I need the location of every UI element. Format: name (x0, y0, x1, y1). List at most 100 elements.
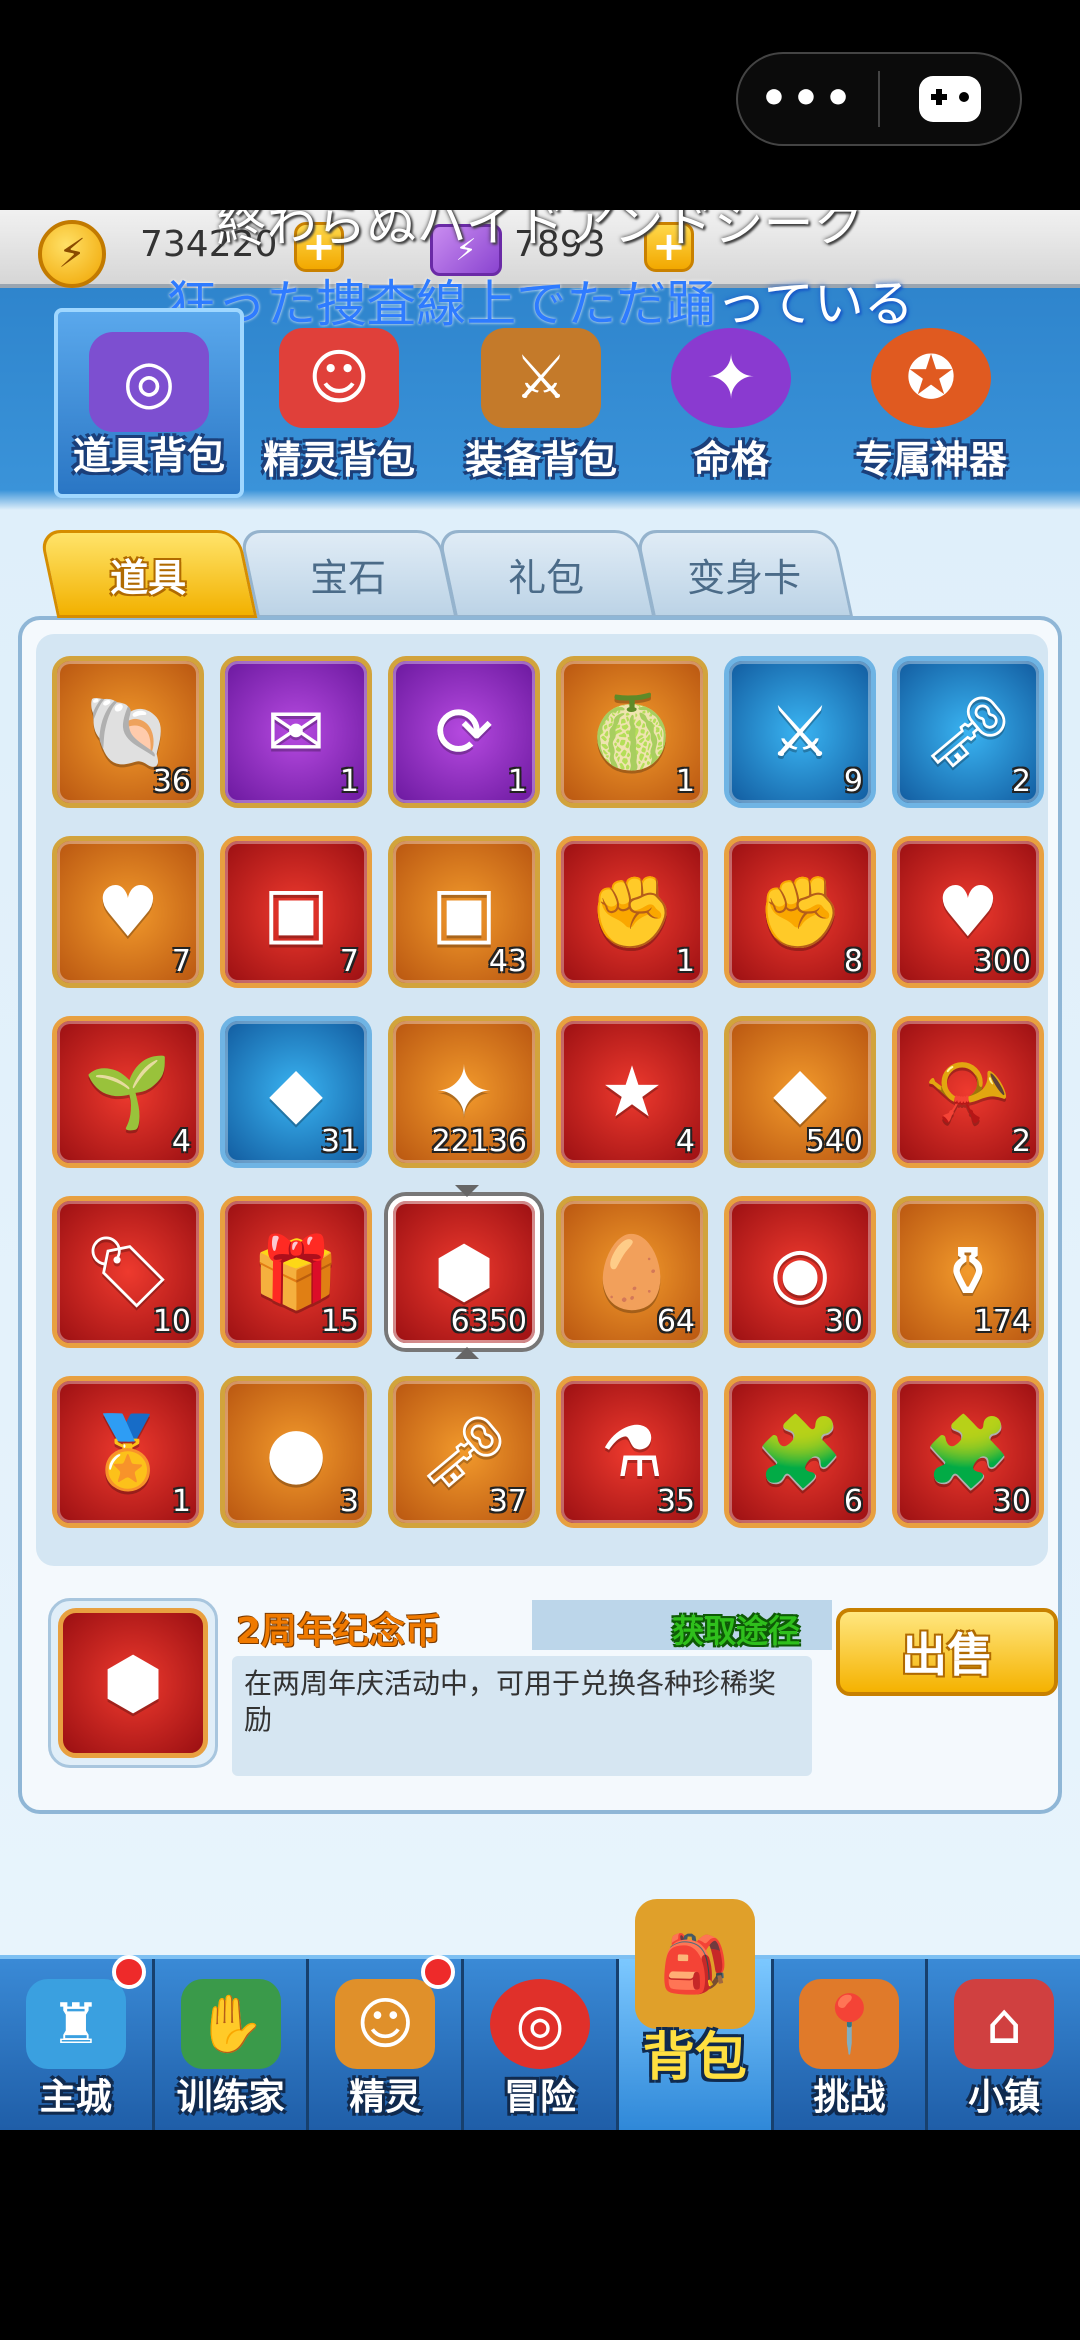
sell-button[interactable]: 出售 (836, 1608, 1058, 1696)
inventory-item[interactable]: 🗝 37 (388, 1376, 540, 1528)
item-count: 2 (1011, 764, 1031, 799)
item-count: 540 (805, 1124, 863, 1159)
inventory-item[interactable]: ◆ 31 (220, 1016, 372, 1168)
item-count: 10 (152, 1304, 191, 1339)
item-count: 2 (1011, 1124, 1031, 1159)
item-count: 64 (656, 1304, 695, 1339)
inventory-item[interactable]: 🎁 15 (220, 1196, 372, 1348)
nav-item-trainer[interactable]: ✋ 训练家 (155, 1959, 310, 2130)
spirit-icon: ☺ (335, 1979, 436, 2069)
tab-label: 变身卡 (686, 555, 801, 600)
more-button[interactable]: ••• (738, 54, 878, 144)
item-count: 22136 (431, 1124, 527, 1159)
tab-label: 礼包 (507, 555, 584, 600)
inventory-item[interactable]: 🥚 64 (556, 1196, 708, 1348)
anniversary-coin-icon: ⬢ (58, 1608, 208, 1758)
category-spirit-bag[interactable]: ☺ 精灵背包 (244, 308, 434, 498)
item-grid-area: 🐚 36 ✉ 1 ⟳ 1 🍈 1 ⚔ 9 🗝 2 ♥ 7 ▣ 7 ▣ 43 ✊ 1 ✊ 8 ♥ 300 🌱 4 ◆ 31 ✦ 22136 ★… (36, 634, 1048, 1566)
item-count: 37 (488, 1484, 527, 1519)
anniversary-coin-icon: ⬢ (433, 1231, 495, 1313)
nav-item-main-city[interactable]: ♜ 主城 (0, 1955, 155, 2130)
category-bar: ◎ 道具背包 ☺ 精灵背包 ⚔ 装备背包 ✦ 命格 ✪ 专属神器 (0, 308, 1080, 508)
get-path-link[interactable]: 获取途径 (672, 1606, 800, 1652)
game-center-button[interactable] (880, 54, 1020, 144)
item-count: 7 (171, 944, 191, 979)
star-coin-icon: ★ (600, 1051, 664, 1133)
inventory-item[interactable]: ✊ 1 (556, 836, 708, 988)
inventory-item[interactable]: ⚔ 9 (724, 656, 876, 808)
inventory-item[interactable]: 🏅 1 (52, 1376, 204, 1528)
nav-item-backpack[interactable]: 🎒 背包 (618, 1899, 774, 2130)
inventory-item[interactable]: ⚗ 35 (556, 1376, 708, 1528)
inventory-item[interactable]: ✊ 8 (724, 836, 876, 988)
nav-item-town[interactable]: ⌂ 小镇 (928, 1959, 1080, 2130)
inventory-item[interactable]: ★ 4 (556, 1016, 708, 1168)
inventory-item[interactable]: ▣ 7 (220, 836, 372, 988)
target-icon: ◎ (490, 1979, 591, 2069)
inventory-item[interactable]: ▣ 43 (388, 836, 540, 988)
nav-item-spirit[interactable]: ☺ 精灵 (309, 1955, 465, 2130)
category-equipment-bag[interactable]: ⚔ 装备背包 (446, 308, 636, 498)
item-count: 6 (843, 1484, 863, 1519)
item-count: 8 (843, 944, 863, 979)
inventory-item[interactable]: 📯 2 (892, 1016, 1044, 1168)
bronze-key-icon: 🗝 (923, 691, 1013, 773)
map-pin-icon: 📍 (799, 1979, 900, 2069)
blue-card-icon: ▣ (430, 871, 498, 953)
inventory-item[interactable]: 🏷 10 (52, 1196, 204, 1348)
inventory-item[interactable]: ♥ 300 (892, 836, 1044, 988)
category-fate[interactable]: ✦ 命格 (636, 308, 826, 498)
inventory-item[interactable]: 🌱 4 (52, 1016, 204, 1168)
category-artifact[interactable]: ✪ 专属神器 (836, 308, 1026, 498)
golden-egg-icon: 🥚 (588, 1231, 676, 1313)
tab-transform-cards[interactable]: 变身卡 (634, 530, 854, 618)
item-count: 4 (171, 1124, 191, 1159)
inventory-item[interactable]: ◉ 30 (724, 1196, 876, 1348)
nav-item-challenge[interactable]: 📍 挑战 (774, 1959, 929, 2130)
inventory-item[interactable]: 🍈 1 (556, 656, 708, 808)
item-count: 1 (507, 764, 527, 799)
nav-label: 精灵 (349, 2077, 422, 2118)
category-label: 命格 (692, 438, 769, 482)
golden-fruit-icon: 🍈 (588, 691, 676, 773)
category-label: 装备背包 (464, 438, 617, 482)
category-label: 精灵背包 (262, 438, 415, 482)
category-label: 道具背包 (72, 434, 225, 478)
blue-diamond-icon: ◆ (773, 1051, 827, 1133)
tab-gems[interactable]: 宝石 (238, 530, 458, 618)
tab-gift-packs[interactable]: 礼包 (436, 530, 656, 618)
miniprogram-capsule: ••• (736, 52, 1022, 146)
inventory-item[interactable]: 🐚 36 (52, 656, 204, 808)
item-count: 6350 (450, 1304, 527, 1339)
inventory-item[interactable]: ✉ 1 (220, 656, 372, 808)
selection-marker-top (455, 1185, 479, 1197)
fate-orb-icon: ✦ (671, 328, 791, 428)
item-count: 300 (973, 944, 1031, 979)
item-grid: 🐚 36 ✉ 1 ⟳ 1 🍈 1 ⚔ 9 🗝 2 ♥ 7 ▣ 7 ▣ 43 ✊ 1 ✊ 8 ♥ 300 🌱 4 ◆ 31 ✦ 22136 ★… (52, 656, 1044, 1528)
inventory-item[interactable]: 🧩 6 (724, 1376, 876, 1528)
inventory-item[interactable]: ⬢ 6350 (388, 1185, 540, 1359)
nav-item-adventure[interactable]: ◎ 冒险 (464, 1959, 619, 2130)
item-count: 31 (320, 1124, 359, 1159)
inventory-item[interactable]: ● 3 (220, 1376, 372, 1528)
refresh-ticket-icon: ⟳ (434, 691, 494, 773)
inventory-item[interactable]: ◆ 540 (724, 1016, 876, 1168)
inventory-item[interactable]: 🗝 2 (892, 656, 1044, 808)
category-item-bag[interactable]: ◎ 道具背包 (54, 308, 244, 498)
more-dots-icon: ••• (759, 73, 857, 124)
selection-marker-bottom (455, 1347, 479, 1359)
town-icon: ⌂ (954, 1979, 1055, 2069)
potion-jar-icon: ⚱ (938, 1231, 998, 1313)
item-count: 3 (339, 1484, 359, 1519)
item-count: 1 (675, 764, 695, 799)
castle-icon: ♜ (25, 1979, 126, 2069)
gold-puzzle-icon: 🧩 (756, 1411, 844, 1493)
tab-items[interactable]: 道具 (38, 530, 258, 618)
inventory-item[interactable]: ♥ 7 (52, 836, 204, 988)
inventory-item[interactable]: ⚱ 174 (892, 1196, 1044, 1348)
inventory-panel: 🐚 36 ✉ 1 ⟳ 1 🍈 1 ⚔ 9 🗝 2 ♥ 7 ▣ 7 ▣ 43 ✊ 1 ✊ 8 ♥ 300 🌱 4 ◆ 31 ✦ 22136 ★… (18, 616, 1062, 1814)
inventory-item[interactable]: ⟳ 1 (388, 656, 540, 808)
inventory-item[interactable]: ✦ 22136 (388, 1016, 540, 1168)
item-count: 7 (339, 944, 359, 979)
inventory-item[interactable]: 🧩 30 (892, 1376, 1044, 1528)
